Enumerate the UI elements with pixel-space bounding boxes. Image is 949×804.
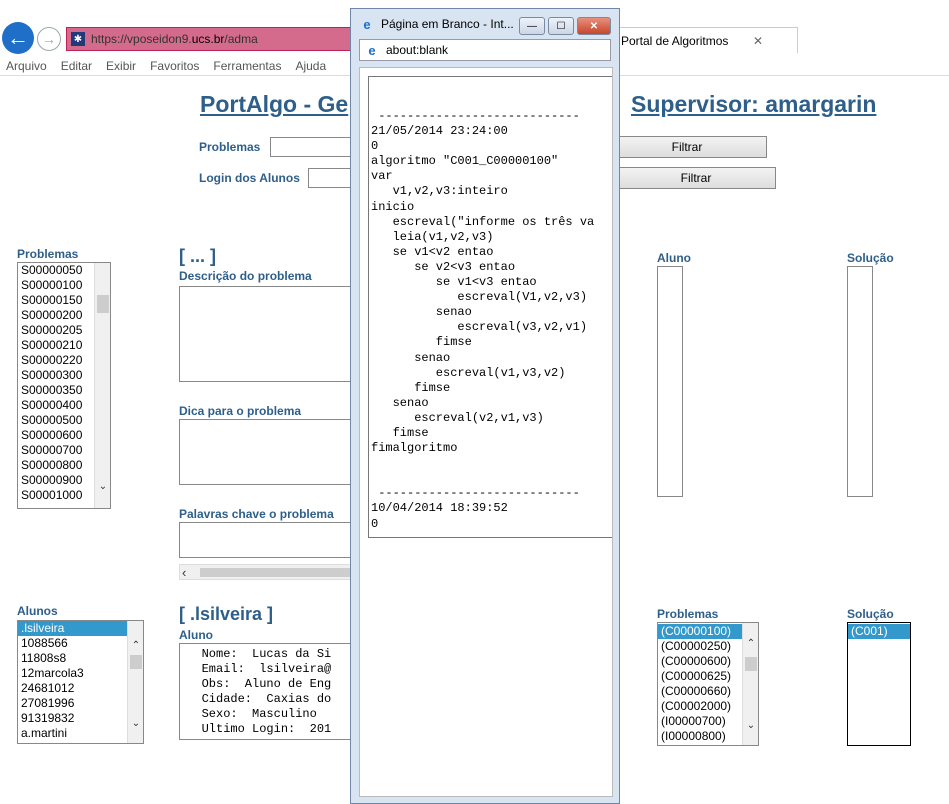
student-info-line: Ultimo Login: 201 [180, 722, 332, 736]
url-prefix: https://vposeidon9. [91, 32, 192, 46]
tab-close-icon[interactable]: ✕ [753, 34, 763, 48]
close-button[interactable]: ✕ [577, 17, 611, 35]
student-info-box[interactable]: Nome: Lucas da Si Email: lsilveira@ Obs:… [179, 643, 359, 740]
ie-icon: e [363, 16, 371, 32]
chevron-down-icon[interactable]: ⌄ [95, 478, 110, 494]
keywords-textarea[interactable] [179, 522, 359, 558]
address-bar[interactable]: ✱ https://vposeidon9. ucs.br/adma [66, 27, 366, 51]
minimize-button[interactable]: — [519, 17, 545, 35]
page-title: PortAlgo - Ge [200, 91, 349, 117]
horizontal-scrollbar[interactable]: ‹ [179, 564, 359, 580]
popup-title: Página em Branco - Int... [381, 17, 514, 31]
back-arrow-icon[interactable]: ← [2, 22, 34, 54]
menu-arquivo[interactable]: Arquivo [6, 59, 47, 73]
problem-section-title: [ ... ] [179, 246, 216, 266]
student-problems-scrollbar[interactable]: ⌃ ⌄ [742, 623, 758, 745]
url-host: ucs.br [191, 32, 225, 46]
hscroll-thumb[interactable] [200, 568, 350, 577]
supervisor-title: Supervisor: amargarin [631, 91, 877, 117]
menu-ajuda[interactable]: Ajuda [295, 59, 326, 73]
popup-window: e Página em Branco - Int... — ☐ ✕ e abou… [350, 8, 620, 804]
list-item[interactable]: (C001) [848, 624, 910, 639]
filter-problems-button[interactable]: Filtrar [607, 136, 767, 158]
popup-address: about:blank [386, 43, 449, 57]
hint-textarea[interactable] [179, 419, 359, 485]
chevron-down-icon[interactable]: ⌄ [743, 717, 758, 733]
filter-students-button[interactable]: Filtrar [616, 167, 776, 189]
chevron-left-icon[interactable]: ‹ [182, 565, 186, 580]
ie-page-icon: e [368, 42, 376, 58]
menu-ferramentas[interactable]: Ferramentas [213, 59, 281, 73]
site-shield-icon: ✱ [71, 32, 85, 46]
scroll-thumb[interactable] [745, 657, 757, 671]
menu-favoritos[interactable]: Favoritos [150, 59, 199, 73]
student-info-line: Cidade: Caxias do [180, 692, 332, 706]
students-scrollbar[interactable]: ⌃ ⌄ [127, 621, 143, 743]
menu-exibir[interactable]: Exibir [106, 59, 136, 73]
student-info-line: Email: lsilveira@ [180, 662, 332, 676]
forward-arrow-icon[interactable]: → [37, 27, 61, 51]
popup-code-box: ---------------------------- 21/05/2014 … [368, 76, 612, 538]
list-item[interactable]: 1088566 [18, 636, 143, 651]
list-item[interactable]: 24681012 [18, 681, 143, 696]
student-solution-label: Solução [847, 607, 894, 621]
problems-scrollbar[interactable]: ⌄ [94, 263, 110, 508]
chevron-up-icon[interactable]: ⌃ [128, 637, 143, 653]
tab-title: Portal de Algoritmos [621, 33, 729, 48]
student-column-listbox[interactable] [657, 266, 683, 497]
description-textarea[interactable] [179, 286, 359, 382]
scroll-thumb[interactable] [97, 295, 109, 313]
filter-problems-label: Problemas [199, 140, 261, 154]
student-info-label: Aluno [179, 628, 213, 642]
solution-column-listbox[interactable] [847, 266, 873, 497]
popup-content: ---------------------------- 21/05/2014 … [359, 67, 613, 797]
scroll-thumb[interactable] [130, 655, 142, 669]
popup-code-text: ---------------------------- 21/05/2014 … [371, 109, 595, 531]
student-solution-listbox[interactable]: (C001) [847, 622, 911, 746]
url-path: /adma [224, 32, 258, 46]
description-label: Descrição do problema [179, 269, 312, 283]
student-column-label: Aluno [657, 251, 691, 265]
student-problems-listbox[interactable]: (C00000100) (C00000250) (C00000600) (C00000… [657, 622, 759, 746]
student-section-title: [ .lsilveira ] [179, 604, 274, 624]
maximize-button[interactable]: ☐ [548, 17, 574, 35]
student-info-line: Obs: Aluno de Eng [180, 677, 332, 691]
filter-problems-input[interactable] [270, 137, 360, 157]
popup-address-bar[interactable]: e about:blank [359, 39, 611, 61]
problems-list-label: Problemas [17, 247, 79, 261]
hint-label: Dica para o problema [179, 404, 302, 418]
list-item[interactable]: 12marcola3 [18, 666, 143, 681]
list-item[interactable]: .lsilveira [18, 621, 143, 636]
list-item[interactable]: a.martini [18, 726, 143, 741]
chevron-down-icon[interactable]: ⌄ [128, 715, 143, 731]
solution-column-label: Solução [847, 251, 894, 265]
problems-listbox[interactable]: S00000050 S00000100 S00000150 S00000200 S000… [17, 262, 111, 509]
menu-editar[interactable]: Editar [61, 59, 92, 73]
student-info-line: Nome: Lucas da Si [180, 647, 332, 661]
list-item[interactable]: 91319832 [18, 711, 143, 726]
students-list-label: Alunos [17, 604, 58, 618]
browser-tab[interactable]: Portal de Algoritmos ✕ [612, 27, 798, 53]
student-problems-label: Problemas [657, 607, 719, 621]
student-info-line: Sexo: Masculino [180, 707, 317, 721]
list-item[interactable]: 11808s8 [18, 651, 143, 666]
chevron-up-icon[interactable]: ⌃ [743, 635, 758, 651]
list-item[interactable]: 27081996 [18, 696, 143, 711]
students-listbox[interactable]: .lsilveira 1088566 11808s8 12marcola3 246810… [17, 620, 144, 744]
keywords-label: Palavras chave o problema [179, 507, 334, 521]
filter-students-label: Login dos Alunos [199, 171, 300, 185]
